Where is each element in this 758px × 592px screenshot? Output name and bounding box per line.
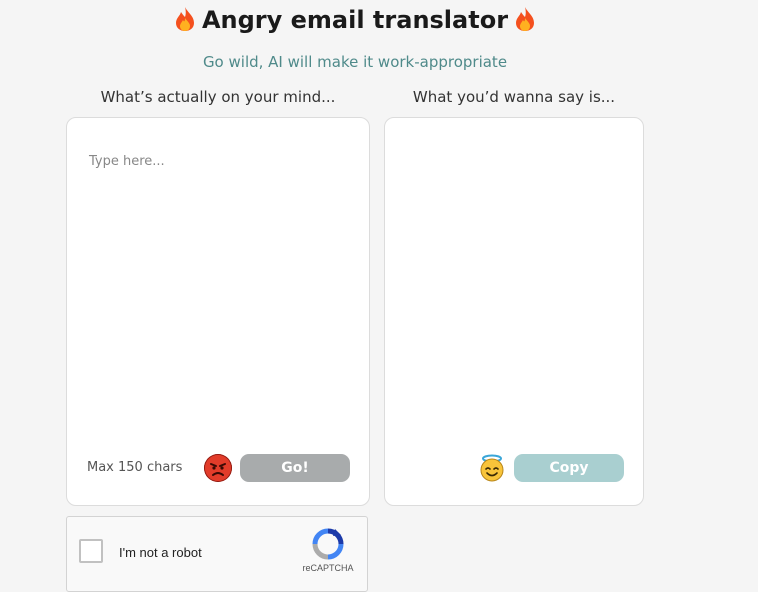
output-panel: Copy [384,117,644,506]
page-subtitle: Go wild, AI will make it work-appropriat… [202,53,508,71]
output-label: What you’d wanna say is... [412,88,616,106]
translated-text-output [405,152,623,432]
go-button[interactable]: Go! [240,454,350,482]
page-title: Angry email translator [0,4,710,40]
not-robot-label: I'm not a robot [119,545,202,560]
char-limit-text: Max 150 chars [87,460,183,475]
angry-face-icon [204,454,232,482]
copy-button[interactable]: Copy [514,454,624,482]
not-robot-checkbox[interactable] [79,539,103,563]
title-text: Angry email translator [201,6,509,34]
input-label: What’s actually on your mind... [100,88,336,106]
recaptcha-brand: reCAPTCHA [302,563,354,573]
fire-icon [174,6,196,40]
angry-text-input[interactable] [87,152,353,436]
input-panel: Max 150 chars Go! [66,117,370,506]
angel-face-icon [478,454,506,482]
fire-icon [514,6,536,40]
recaptcha-widget: I'm not a robot reCAPTCHA [66,516,368,592]
recaptcha-logo-icon [311,527,345,561]
